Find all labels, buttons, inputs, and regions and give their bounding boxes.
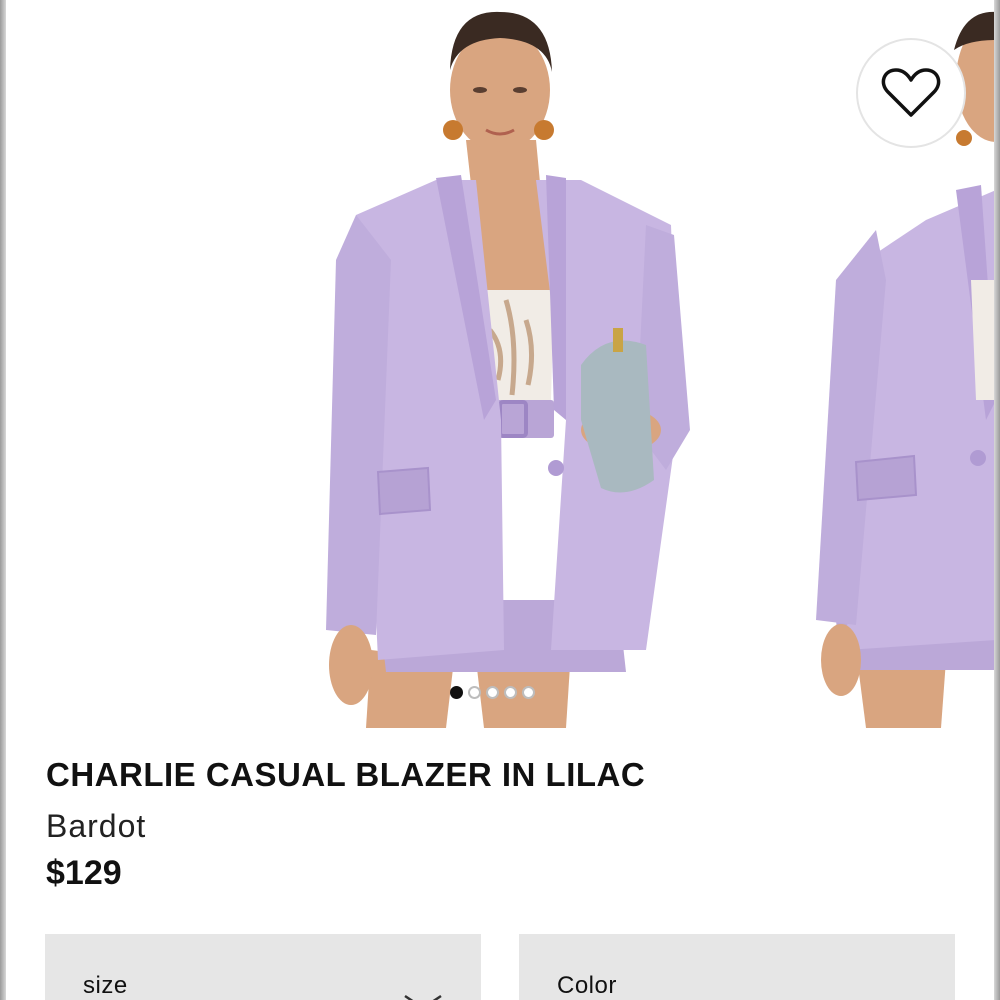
- brand-link[interactable]: Bardot: [46, 808, 146, 845]
- color-select[interactable]: Color: [519, 934, 955, 1000]
- product-image-main[interactable]: [6, 0, 796, 728]
- product-image-gallery[interactable]: [6, 0, 994, 728]
- gallery-dot-2[interactable]: [468, 686, 481, 699]
- size-select[interactable]: size: [45, 934, 481, 1000]
- gallery-pagination: [450, 686, 535, 699]
- size-select-label: size: [83, 972, 128, 999]
- color-select-label: Color: [557, 972, 617, 999]
- gallery-dot-4[interactable]: [504, 686, 517, 699]
- gallery-dot-1[interactable]: [450, 686, 463, 699]
- chevron-down-icon: [404, 994, 442, 1000]
- gallery-dot-3[interactable]: [486, 686, 499, 699]
- product-price: $129: [46, 854, 122, 892]
- model-photo: [326, 11, 690, 728]
- heart-icon: [881, 68, 941, 117]
- gallery-dot-5[interactable]: [522, 686, 535, 699]
- product-title: CHARLIE CASUAL BLAZER IN LILAC: [46, 756, 646, 793]
- product-page: CHARLIE CASUAL BLAZER IN LILAC Bardot $1…: [0, 0, 1000, 1000]
- favorite-button[interactable]: [856, 38, 966, 148]
- screen-edge-right: [994, 0, 1000, 1000]
